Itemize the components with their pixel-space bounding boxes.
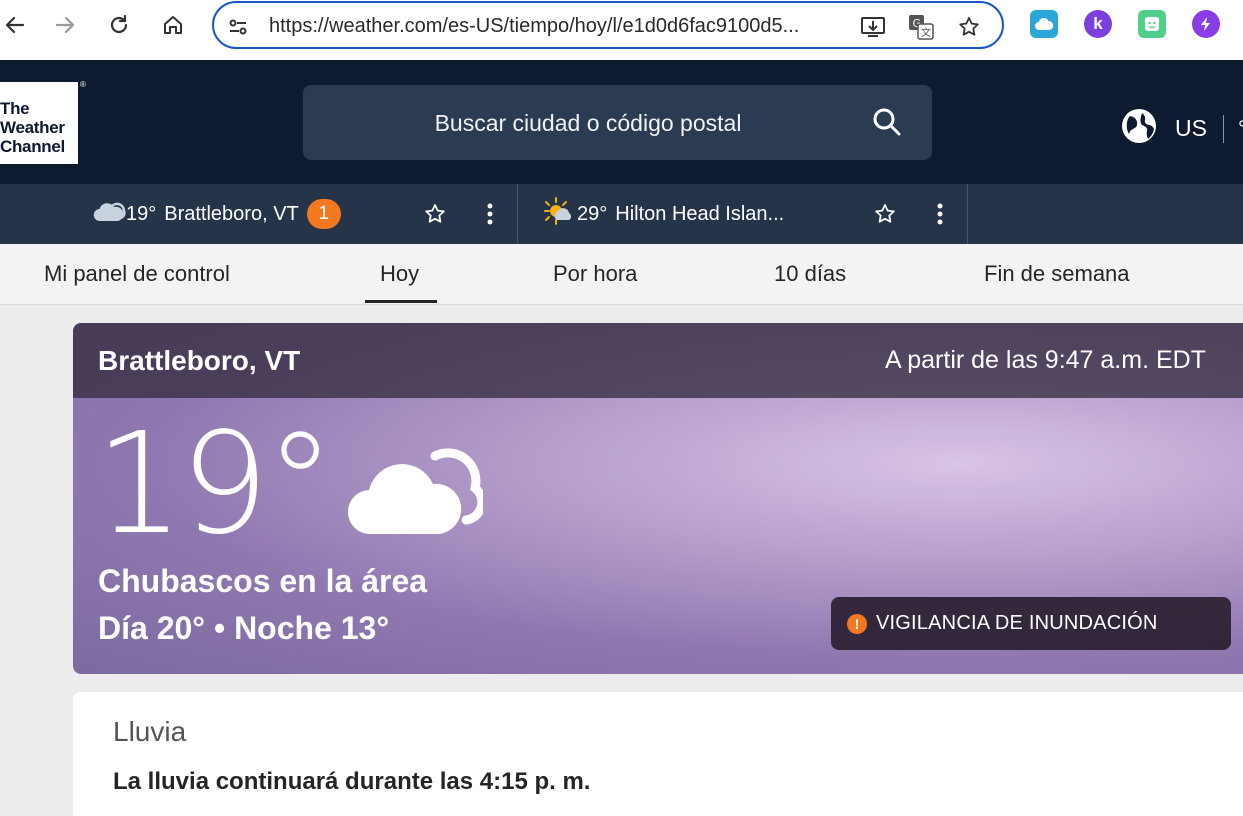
more-options-icon[interactable]: [477, 200, 503, 228]
extension-cloud-icon[interactable]: [1030, 10, 1058, 38]
bookmark-star-icon[interactable]: [955, 13, 983, 41]
location-name: Hilton Head Islan...: [615, 202, 785, 225]
alert-text: VIGILANCIA DE INUNDACIÓN: [876, 612, 1158, 634]
location-divider: [967, 184, 968, 244]
location-title: Brattleboro, VT: [98, 345, 301, 376]
forward-icon[interactable]: [50, 10, 80, 40]
region-separator: [1222, 114, 1224, 143]
location-temp: 29°: [577, 202, 608, 225]
saved-location-brattleboro[interactable]: 19° Brattleboro, VT 1: [92, 184, 341, 244]
tab-weekend[interactable]: Fin de semana: [984, 261, 1130, 287]
extension-bolt-icon[interactable]: [1192, 10, 1220, 38]
tab-today[interactable]: Hoy: [380, 261, 419, 287]
tab-dashboard[interactable]: Mi panel de control: [44, 261, 230, 287]
flood-watch-alert[interactable]: ! VIGILANCIA DE INUNDACIÓN: [831, 597, 1231, 650]
location-temp: 19°: [126, 202, 157, 225]
search-box[interactable]: Buscar ciudad o código postal: [303, 85, 932, 160]
home-icon[interactable]: [158, 10, 188, 40]
current-conditions-card: Brattleboro, VT A partir de las 9:47 a.m…: [73, 323, 1243, 674]
active-tab-indicator: [365, 300, 437, 303]
url-text[interactable]: https://weather.com/es-US/tiempo/hoy/l/e…: [269, 15, 844, 38]
extension-k-icon[interactable]: k: [1084, 10, 1112, 38]
forecast-tabs: Mi panel de control Hoy Por hora 10 días…: [0, 244, 1243, 305]
search-placeholder: Buscar ciudad o código postal: [434, 110, 742, 136]
favorite-star-icon[interactable]: [872, 200, 898, 228]
logo-line-1: The: [0, 99, 30, 118]
weather-channel-logo[interactable]: The Weather Channel: [0, 82, 78, 164]
browser-toolbar: https://weather.com/es-US/tiempo/hoy/l/e…: [0, 0, 1243, 60]
day-night-temps: Día 20° • Noche 13°: [98, 610, 390, 646]
install-app-icon[interactable]: [859, 13, 887, 41]
translate-icon[interactable]: G文: [907, 13, 935, 41]
favorite-star-icon[interactable]: [422, 200, 448, 228]
svg-text:文: 文: [921, 26, 931, 39]
address-bar[interactable]: https://weather.com/es-US/tiempo/hoy/l/e…: [212, 1, 1004, 49]
rain-card-title: Lluvia: [113, 716, 187, 747]
card-header: Brattleboro, VT A partir de las 9:47 a.m…: [73, 323, 1243, 398]
search-icon[interactable]: [872, 107, 902, 142]
observation-time: A partir de las 9:47 a.m. EDT: [885, 346, 1206, 374]
region-selector[interactable]: US °: [1121, 108, 1243, 149]
saved-location-hilton-head[interactable]: 29° Hilton Head Islan...: [543, 184, 784, 244]
cloudy-icon: [343, 438, 487, 543]
rain-card: Lluvia La lluvia continuará durante las …: [73, 692, 1243, 816]
unit-toggle[interactable]: °: [1238, 116, 1243, 142]
logo-line-2: Weather: [0, 118, 65, 137]
location-name: Brattleboro, VT: [164, 202, 299, 225]
logo-line-3: Channel: [0, 137, 65, 156]
tab-10-day[interactable]: 10 días: [774, 261, 846, 287]
alert-icon: !: [847, 613, 867, 634]
extension-face-icon[interactable]: [1138, 10, 1166, 38]
region-label: US: [1175, 115, 1207, 141]
logo-registered-mark: ®: [80, 80, 86, 89]
location-divider: [517, 184, 518, 244]
partly-sunny-icon: [543, 196, 575, 232]
back-icon[interactable]: [0, 10, 30, 40]
rain-card-text: La lluvia continuará durante las 4:15 p.…: [113, 768, 591, 795]
tab-hourly[interactable]: Por hora: [553, 261, 637, 287]
reload-icon[interactable]: [104, 10, 134, 40]
cloudy-icon: [92, 200, 126, 228]
site-header: The Weather Channel ® Buscar ciudad o có…: [0, 60, 1243, 184]
current-temperature: 19°: [95, 403, 335, 566]
condition-phrase: Chubascos en la área: [98, 563, 428, 599]
more-options-icon[interactable]: [927, 200, 953, 228]
saved-locations-bar: 19° Brattleboro, VT 1 29° Hilton Head Is…: [0, 184, 1243, 244]
globe-icon: [1121, 108, 1157, 149]
alert-count-badge: 1: [306, 199, 341, 229]
site-settings-icon[interactable]: [224, 13, 252, 41]
